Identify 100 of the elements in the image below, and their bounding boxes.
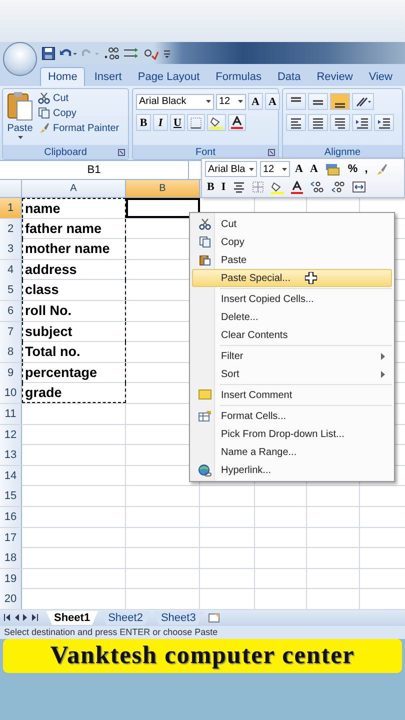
menu-item[interactable]: Filter (192, 347, 392, 365)
menu-item[interactable]: Insert Comment (192, 386, 392, 404)
menu-item[interactable]: Hyperlink... (192, 461, 392, 479)
copy-button[interactable]: Copy (37, 106, 120, 120)
grow-font-button[interactable]: A (293, 163, 305, 175)
ribbon-tab[interactable]: Page Layout (130, 68, 207, 86)
ribbon-tab[interactable]: Home (40, 67, 86, 86)
row-header[interactable]: 5 (0, 280, 22, 300)
bold-button[interactable]: B (136, 114, 151, 131)
row-header[interactable]: 16 (0, 506, 22, 527)
new-sheet-icon[interactable] (206, 612, 222, 624)
spellcheck-icon[interactable] (143, 46, 159, 60)
caret-icon (18, 136, 22, 139)
row-header[interactable]: 15 (0, 486, 22, 506)
row-header[interactable]: 1 (0, 198, 22, 218)
font-color-button[interactable] (228, 114, 246, 131)
menu-item[interactable]: Delete... (192, 308, 392, 326)
menu-item[interactable]: Paste (192, 251, 392, 269)
previous-sheet-icon[interactable] (14, 614, 19, 622)
borders-button[interactable] (187, 114, 205, 131)
italic-button[interactable]: I (219, 181, 228, 193)
arrows-icon[interactable] (123, 46, 139, 60)
first-sheet-icon[interactable] (4, 614, 10, 622)
borders-icon (190, 116, 202, 128)
paste-button[interactable]: Paste (6, 91, 34, 143)
shrink-font-button[interactable]: A (308, 163, 320, 175)
menu-item[interactable]: Cut (192, 215, 392, 233)
decrease-indent-icon[interactable] (355, 116, 369, 128)
align-center-icon[interactable] (232, 182, 245, 192)
row-header[interactable]: 17 (0, 528, 22, 548)
ribbon-tab[interactable]: Data (270, 68, 308, 86)
customize-icon[interactable] (163, 48, 171, 58)
menu-item[interactable]: Paste Special... (192, 269, 392, 287)
font-name-field[interactable]: Arial Bla (205, 161, 257, 177)
menu-item[interactable]: Copy (192, 233, 392, 251)
dialog-launcher-icon[interactable] (268, 149, 275, 156)
table-cell: class (22, 280, 126, 300)
fill-color-button[interactable] (207, 114, 226, 131)
menu-item[interactable]: Sort (192, 365, 392, 383)
row-header[interactable]: 3 (0, 239, 22, 260)
dialog-launcher-icon[interactable] (118, 149, 125, 156)
row-header[interactable]: 6 (0, 300, 22, 321)
align-center-icon[interactable] (311, 116, 325, 128)
sheet-tab[interactable]: Sheet2 (100, 610, 151, 625)
row-header[interactable]: 7 (0, 322, 22, 342)
row-header[interactable]: 4 (0, 260, 22, 280)
borders-icon[interactable] (252, 181, 264, 193)
menu-item[interactable]: Clear Contents (192, 326, 392, 344)
percent-button[interactable]: % (346, 163, 360, 175)
brush-icon[interactable] (374, 162, 388, 176)
font-size-field[interactable]: 12 (216, 94, 246, 110)
row-header[interactable]: 9 (0, 362, 22, 383)
menu-item[interactable]: Insert Copied Cells... (192, 290, 392, 308)
row-header[interactable]: 18 (0, 548, 22, 568)
align-left-icon[interactable] (289, 116, 303, 128)
ribbon-tab[interactable]: Formulas (208, 68, 268, 86)
font-size-field[interactable]: 12 (260, 161, 290, 177)
table-cell: name (22, 198, 126, 218)
ribbon-tab[interactable]: Review (310, 68, 360, 86)
merge-icon[interactable] (352, 181, 366, 193)
shrink-font-button[interactable]: A (265, 93, 280, 110)
cut-button[interactable]: Cut (37, 91, 120, 105)
copy-icon (199, 236, 211, 248)
row-header[interactable]: 14 (0, 466, 22, 486)
ribbon-tab[interactable]: Insert (87, 68, 129, 86)
underline-button[interactable]: U (170, 114, 185, 131)
table-cell: Total no. (22, 342, 126, 362)
decrease-decimal-icon[interactable] (330, 181, 345, 193)
menu-item[interactable]: Format Cells... (192, 407, 392, 425)
save-icon[interactable] (42, 46, 55, 60)
paint-bucket-icon[interactable] (270, 180, 284, 194)
row-header[interactable]: 19 (0, 568, 22, 589)
ribbon-tab[interactable]: View (362, 68, 400, 86)
align-right-icon[interactable] (333, 116, 347, 128)
italic-button[interactable]: I (153, 114, 168, 131)
row-header[interactable]: 12 (0, 424, 22, 445)
sheet-tab[interactable]: Sheet1 (46, 610, 98, 625)
increase-indent-icon[interactable] (377, 116, 391, 128)
column-header[interactable]: B (126, 180, 200, 198)
increase-decimal-icon[interactable] (310, 181, 324, 193)
font-name-field[interactable]: Arial Black (136, 94, 214, 110)
format-painter-button[interactable]: Format Painter (37, 121, 120, 135)
sheet-tab[interactable]: Sheet3 (152, 610, 204, 625)
row-header[interactable]: 13 (0, 445, 22, 466)
row-header[interactable]: 20 (0, 589, 22, 610)
row-header[interactable]: 11 (0, 404, 22, 424)
orientation-icon[interactable] (355, 96, 371, 108)
last-sheet-icon[interactable] (32, 614, 38, 622)
next-sheet-icon[interactable] (23, 614, 28, 622)
name-box[interactable]: B1 (0, 161, 189, 179)
row-header[interactable]: 10 (0, 383, 22, 404)
grow-font-button[interactable]: A (248, 93, 263, 110)
menu-item[interactable]: Pick From Drop-down List... (192, 425, 392, 443)
row-header[interactable]: 2 (0, 218, 22, 239)
comma-button[interactable]: , (362, 163, 370, 175)
bold-button[interactable]: B (205, 181, 216, 193)
decimal-icon[interactable] (103, 46, 119, 60)
font-color-icon[interactable] (290, 180, 303, 194)
row-header[interactable]: 8 (0, 342, 22, 362)
menu-item[interactable]: Name a Range... (192, 443, 392, 461)
